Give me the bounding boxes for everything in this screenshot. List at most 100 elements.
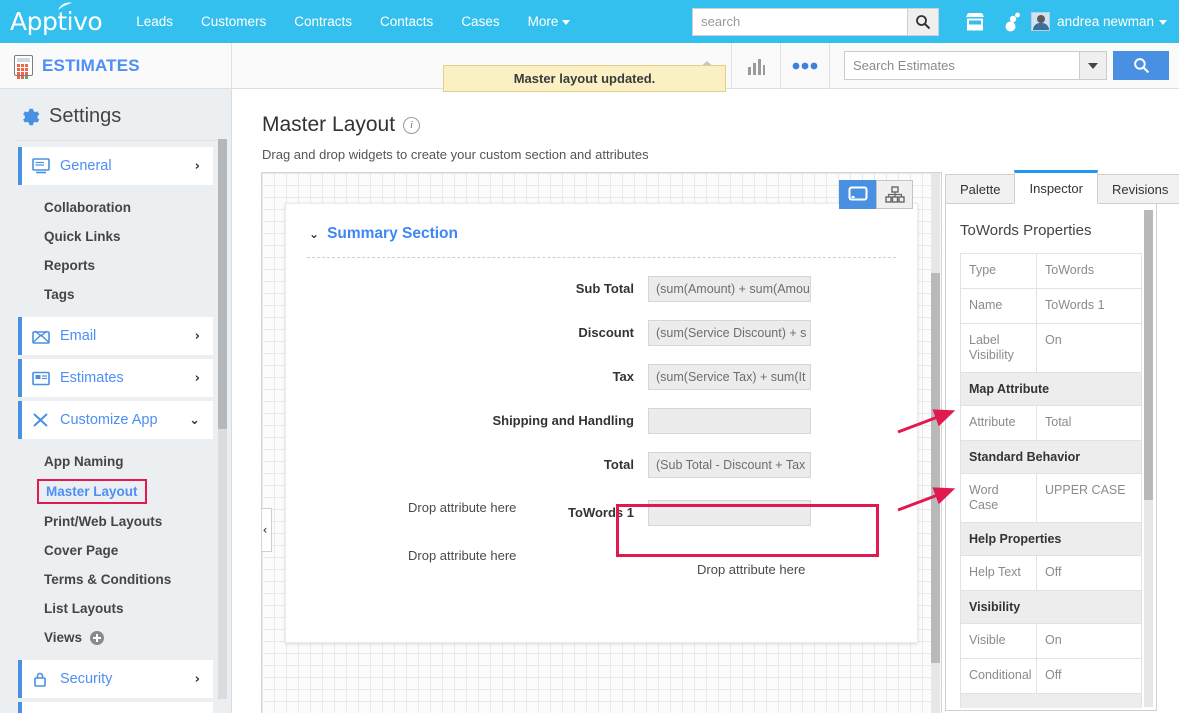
sidebar-group-general[interactable]: General › [18,147,213,185]
apptivo-logo[interactable]: Apptivo [10,2,103,34]
drop-zone-center[interactable]: Drop attribute here [697,562,805,577]
info-icon[interactable]: i [403,116,421,134]
summary-section-header[interactable]: ⌄ Summary Section [286,204,917,243]
property-value[interactable]: UPPER CASE [1037,474,1141,522]
field-value-discount[interactable]: (sum(Service Discount) + s [648,320,811,346]
inspector-body: ToWords Properties Type ToWords Name ToW… [945,204,1157,711]
leaf-icon [58,2,72,10]
table-row: Visible On [961,624,1141,659]
property-key: Help Text [961,556,1037,590]
sidebar-group-customize-app[interactable]: Customize App ⌄ [18,401,213,439]
chevron-down-icon [1159,19,1167,25]
sidebar-group-email[interactable]: Email › [18,317,213,355]
gear-icon [23,108,40,125]
field-label: Discount [578,325,634,340]
sidebar-group-estimates[interactable]: Estimates › [18,359,213,397]
field-value-sub-total[interactable]: (sum(Amount) + sum(Amou [648,276,811,302]
add-view-icon[interactable] [90,630,105,645]
nav-link-cases[interactable]: Cases [447,14,513,29]
sidebar-item-views[interactable]: Views [44,623,231,652]
sitemap-view-button[interactable] [876,180,913,209]
canvas-scrollbar[interactable] [931,173,940,713]
sidebar-item-tags[interactable]: Tags [44,280,231,309]
settings-sidebar: Settings General › Collaboration Quick L… [0,89,232,713]
nav-link-contacts[interactable]: Contacts [366,14,447,29]
store-icon[interactable] [964,12,986,32]
sidebar-header: Settings [0,89,231,140]
notification-bell-icon[interactable] [1004,12,1022,32]
drop-zone-left-1[interactable]: Drop attribute here [408,500,516,515]
layout-canvas: ‹ ⌄ Summary Section Sub Total (sum(Amoun… [261,172,942,713]
field-value-towords-1[interactable] [648,500,811,526]
sidebar-item-master-layout[interactable]: Master Layout [37,479,147,504]
app-title-block: ESTIMATES [0,42,232,89]
desktop-icon [848,186,867,201]
tab-palette[interactable]: Palette [945,174,1016,204]
property-group-visibility: Visibility [961,591,1141,624]
sidebar-item-terms-conditions[interactable]: Terms & Conditions [44,565,231,594]
divider [307,257,896,258]
table-footer-spacer [961,694,1141,708]
tab-revisions[interactable]: Revisions [1096,174,1179,204]
field-value-total[interactable]: (Sub Total - Discount + Tax [648,452,811,478]
sidebar-subitems-general: Collaboration Quick Links Reports Tags [0,189,231,313]
top-nav-right: andrea newman [692,7,1179,36]
nav-link-leads[interactable]: Leads [122,14,187,29]
sidebar-item-cover-page[interactable]: Cover Page [44,536,231,565]
sidebar-item-print-web-layouts[interactable]: Print/Web Layouts [44,507,231,536]
ellipsis-icon[interactable] [781,43,829,89]
property-value[interactable]: On [1037,324,1141,372]
primary-nav-links: Leads Customers Contracts Contacts Cases… [122,14,584,29]
field-value-shipping-and-handling[interactable] [648,408,811,434]
property-value[interactable]: Total [1037,406,1141,440]
avatar [1031,12,1051,31]
inspector-scrollbar-thumb[interactable] [1144,210,1153,500]
nav-link-contracts[interactable]: Contracts [280,14,366,29]
property-value[interactable]: Off [1037,659,1141,693]
sidebar-group-security[interactable]: Security › [18,660,213,698]
lock-icon [32,670,50,688]
sidebar-scrollbar[interactable] [218,139,227,699]
property-value[interactable]: ToWords [1037,254,1141,288]
app-bar-tools [683,42,1179,89]
sidebar-item-reports[interactable]: Reports [44,251,231,280]
search-icon [1133,58,1149,74]
user-menu[interactable]: andrea newman [1057,14,1167,29]
app-root: Apptivo Leads Customers Contracts Contac… [0,0,1179,713]
sidebar-item-app-naming[interactable]: App Naming [44,447,231,476]
field-value-tax[interactable]: (sum(Service Tax) + sum(It [648,364,811,390]
calculator-icon [14,55,33,79]
nav-link-more[interactable]: More [514,14,585,29]
canvas-scrollbar-thumb[interactable] [931,273,940,663]
estimates-search-button[interactable] [1113,51,1169,80]
field-row-tax: Tax (sum(Service Tax) + sum(It [286,364,917,390]
canvas-collapse-handle[interactable]: ‹ [262,508,272,552]
sidebar-item-quick-links[interactable]: Quick Links [44,222,231,251]
user-name: andrea newman [1057,14,1154,29]
bar-chart-icon[interactable] [732,43,780,89]
property-value[interactable]: ToWords 1 [1037,289,1141,323]
sidebar-item-collaboration[interactable]: Collaboration [44,193,231,222]
field-row-total: Total (Sub Total - Discount + Tax [286,452,917,478]
nav-link-customers[interactable]: Customers [187,14,280,29]
field-label: Tax [612,369,634,384]
property-key: Type [961,254,1037,288]
sidebar-item-list-layouts[interactable]: List Layouts [44,594,231,623]
estimates-search-input[interactable] [844,51,1079,80]
global-search-button[interactable] [907,7,940,36]
sidebar-group-api[interactable]: API › [18,702,213,713]
chevron-down-icon: ⌄ [309,227,320,241]
inspector-scrollbar[interactable] [1144,210,1153,707]
property-value[interactable]: On [1037,624,1141,658]
sidebar-scrollbar-thumb[interactable] [218,139,227,429]
desktop-view-button[interactable] [839,180,876,209]
sidebar-group-label: Customize App [60,412,158,428]
search-scope-dropdown[interactable] [1079,51,1107,80]
master-layout-title-text: Master Layout [262,113,396,136]
sidebar-title: Settings [49,105,122,127]
tab-inspector[interactable]: Inspector [1014,170,1098,204]
property-value[interactable]: Off [1037,556,1141,590]
global-search-input[interactable] [692,7,908,36]
master-layout-subtitle: Drag and drop widgets to create your cus… [262,147,649,162]
drop-zone-left-2[interactable]: Drop attribute here [408,548,516,563]
